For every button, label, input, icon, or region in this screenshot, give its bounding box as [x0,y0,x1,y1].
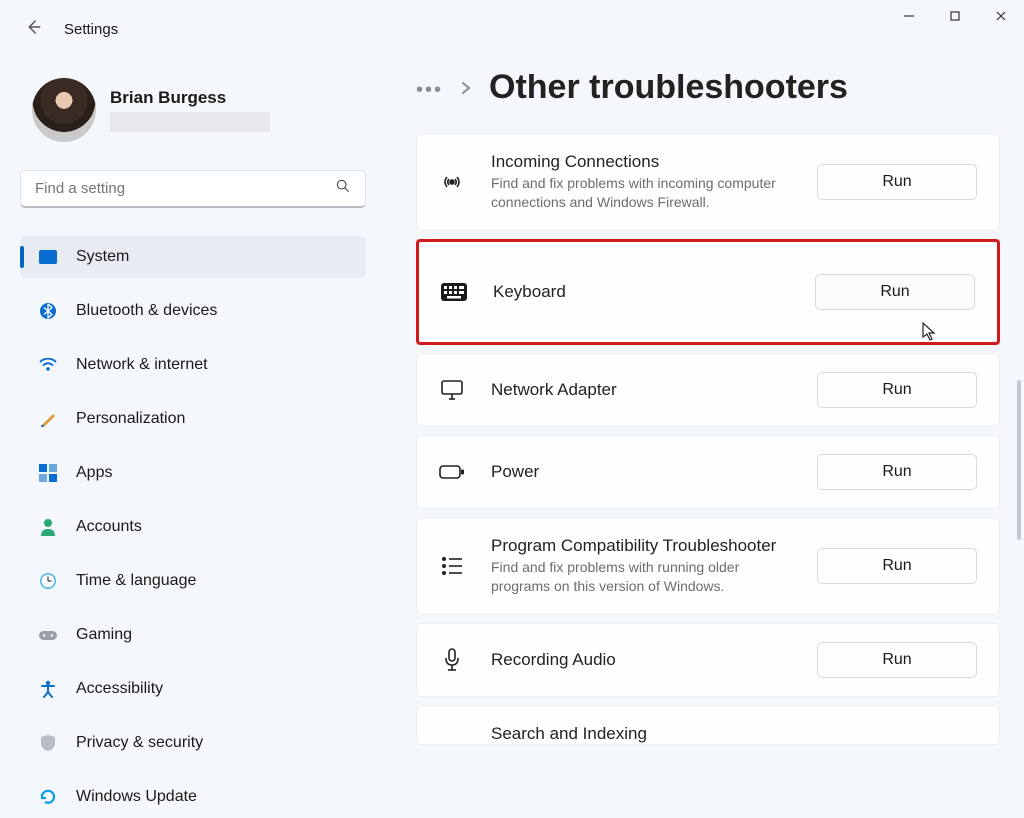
search-icon [335,178,351,199]
page-title: Other troubleshooters [489,74,848,107]
keyboard-icon [439,283,469,301]
troubleshooter-title: Incoming Connections [491,152,793,172]
gamepad-icon [38,628,58,642]
run-button[interactable]: Run [817,642,977,678]
troubleshooter-network-adapter: Network Adapter Run [416,353,1000,427]
nav-label: Time & language [76,572,196,590]
user-profile[interactable]: Brian Burgess [32,78,366,142]
search-box[interactable] [20,170,366,208]
troubleshooter-incoming-connections: Incoming Connections Find and fix proble… [416,133,1000,231]
nav-label: Apps [76,464,112,482]
system-icon [38,250,58,264]
maximize-button[interactable] [932,0,978,32]
nav-personalization[interactable]: Personalization [20,398,366,440]
monitor-icon [437,379,467,401]
run-button[interactable]: Run [817,164,977,200]
troubleshooter-desc: Find and fix problems with incoming comp… [491,174,781,212]
antenna-icon [437,170,467,194]
troubleshooter-desc: Find and fix problems with running older… [491,558,781,596]
nav-label: Accessibility [76,680,163,698]
apps-icon [38,464,58,482]
nav-accounts[interactable]: Accounts [20,506,366,548]
scrollbar[interactable] [1017,380,1021,540]
nav: System Bluetooth & devices Network & int… [20,236,366,818]
run-button[interactable]: Run [817,548,977,584]
list-icon [437,556,467,576]
nav-label: Bluetooth & devices [76,302,217,320]
paintbrush-icon [38,410,58,428]
clock-icon [38,572,58,590]
battery-icon [437,464,467,480]
nav-system[interactable]: System [20,236,366,278]
troubleshooter-search-indexing: Search and Indexing [416,705,1000,745]
nav-label: Privacy & security [76,734,203,752]
troubleshooter-title: Program Compatibility Troubleshooter [491,536,793,556]
nav-accessibility[interactable]: Accessibility [20,668,366,710]
troubleshooter-program-compat: Program Compatibility Troubleshooter Fin… [416,517,1000,615]
shield-icon [38,734,58,752]
troubleshooter-list: Incoming Connections Find and fix proble… [416,133,1000,745]
user-name: Brian Burgess [110,88,270,108]
bluetooth-icon [38,302,58,320]
nav-label: Accounts [76,518,142,536]
nav-label: Network & internet [76,356,208,374]
nav-label: Gaming [76,626,132,644]
back-button[interactable] [24,18,42,41]
troubleshooter-title: Keyboard [493,282,791,302]
nav-label: Personalization [76,410,185,428]
breadcrumb-more-icon[interactable]: ••• [416,79,443,102]
nav-network[interactable]: Network & internet [20,344,366,386]
run-button[interactable]: Run [815,274,975,310]
nav-label: Windows Update [76,788,197,806]
app-title: Settings [64,21,118,38]
run-button[interactable]: Run [817,372,977,408]
nav-privacy[interactable]: Privacy & security [20,722,366,764]
main-content: ••• Other troubleshooters Incoming Conne… [416,74,1000,794]
troubleshooter-title: Search and Indexing [491,724,977,744]
troubleshooter-recording-audio: Recording Audio Run [416,623,1000,697]
update-icon [38,788,58,806]
chevron-right-icon [461,81,471,100]
troubleshooter-title: Power [491,462,793,482]
nav-bluetooth[interactable]: Bluetooth & devices [20,290,366,332]
accessibility-icon [38,680,58,698]
wifi-icon [38,358,58,372]
nav-gaming[interactable]: Gaming [20,614,366,656]
troubleshooter-power: Power Run [416,435,1000,509]
troubleshooter-title: Recording Audio [491,650,793,670]
minimize-button[interactable] [886,0,932,32]
mic-icon [437,648,467,672]
close-button[interactable] [978,0,1024,32]
nav-apps[interactable]: Apps [20,452,366,494]
breadcrumb: ••• Other troubleshooters [416,74,1000,107]
avatar [32,78,96,142]
person-icon [38,518,58,536]
run-button[interactable]: Run [817,454,977,490]
nav-update[interactable]: Windows Update [20,776,366,818]
user-email-placeholder [110,112,270,132]
troubleshooter-title: Network Adapter [491,380,793,400]
nav-time[interactable]: Time & language [20,560,366,602]
search-input[interactable] [35,180,305,197]
header: Settings [24,18,118,41]
troubleshooter-keyboard: Keyboard Run [416,239,1000,345]
sidebar: Brian Burgess System Bluetooth & devices… [20,78,366,818]
window-controls [886,0,1024,40]
nav-label: System [76,248,129,266]
